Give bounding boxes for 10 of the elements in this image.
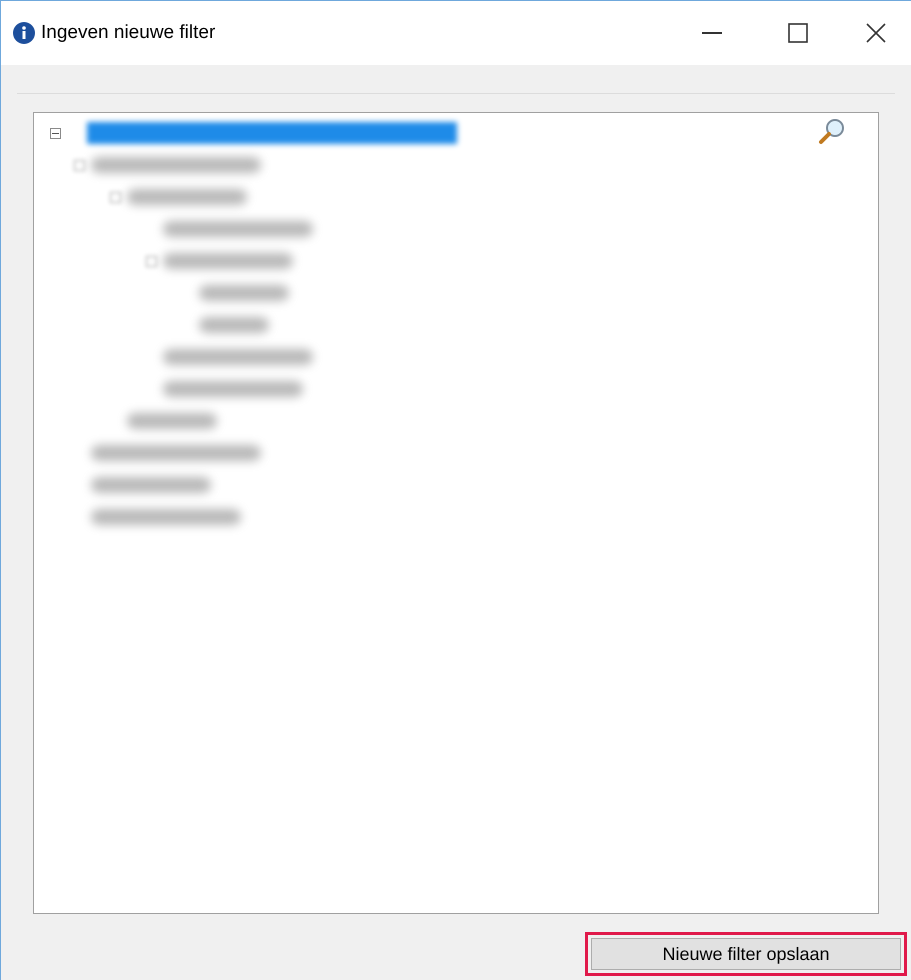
maximize-icon [788, 23, 808, 43]
save-filter-button[interactable]: Nieuwe filter opslaan [591, 938, 901, 970]
collapse-button[interactable] [50, 128, 61, 138]
minimize-icon [702, 32, 722, 34]
blurred-tree-item-drawing [199, 317, 269, 333]
search-icon[interactable] [818, 117, 846, 145]
selected-tree-item-drawing[interactable] [87, 122, 457, 144]
info-icon [13, 22, 35, 44]
window-title: Ingeven nieuwe filter [41, 20, 216, 45]
close-icon [866, 23, 886, 43]
